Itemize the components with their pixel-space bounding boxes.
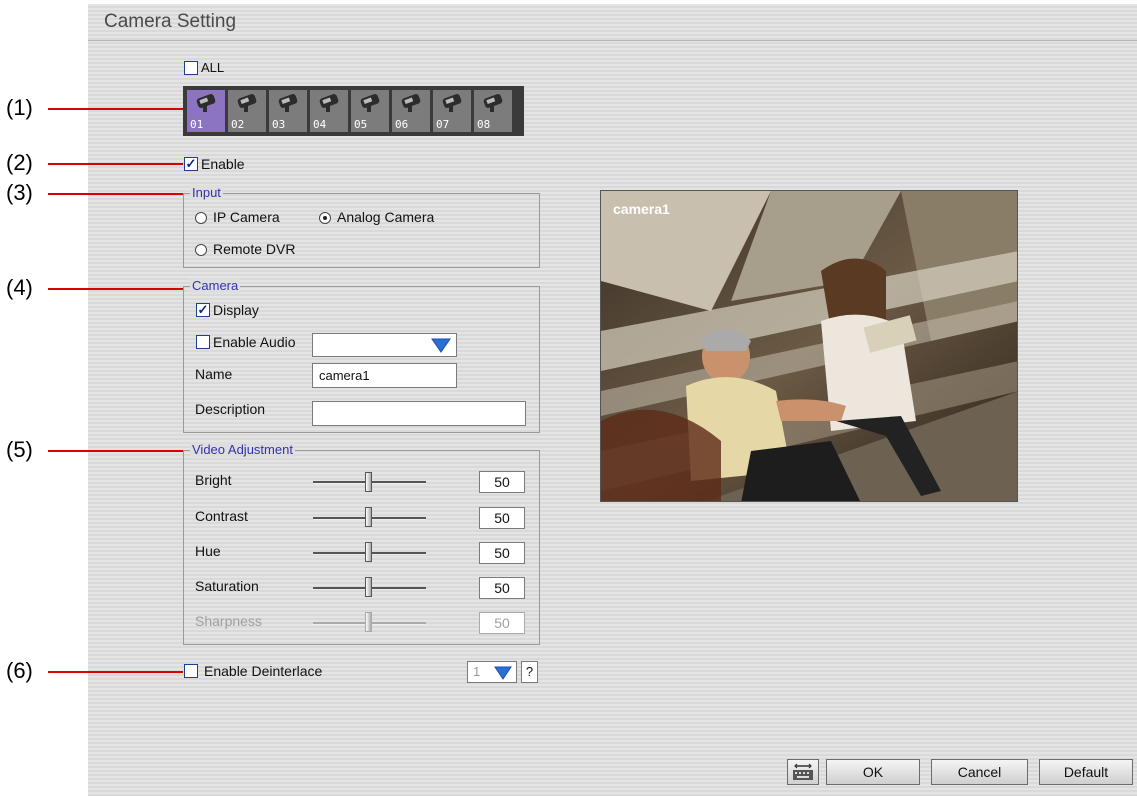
keyboard-button[interactable] — [787, 759, 819, 785]
remote-dvr-label: Remote DVR — [213, 241, 296, 257]
name-field[interactable]: camera1 — [312, 363, 457, 388]
enable-audio-checkbox[interactable] — [196, 335, 210, 349]
callout-2: (2) — [6, 150, 33, 175]
deinterlace-select[interactable]: 1 — [467, 661, 517, 683]
hue-value[interactable]: 50 — [479, 542, 525, 564]
camera-number: 06 — [395, 118, 409, 131]
all-label: ALL — [201, 60, 225, 75]
callout-line-4 — [48, 288, 183, 290]
chevron-down-icon — [494, 666, 512, 680]
camera-number: 02 — [231, 118, 245, 131]
display-label: Display — [213, 302, 259, 318]
callout-1: (1) — [6, 95, 33, 120]
callout-6: (6) — [6, 658, 33, 683]
camera-button-08[interactable]: 08 — [474, 90, 512, 132]
default-button[interactable]: Default — [1039, 759, 1133, 785]
sharpness-label: Sharpness — [195, 613, 262, 629]
camera-number: 03 — [272, 118, 286, 131]
callout-line-6 — [48, 671, 183, 673]
camera-button-03[interactable]: 03 — [269, 90, 307, 132]
hue-label: Hue — [195, 543, 221, 559]
title-bar: Camera Setting — [88, 4, 1137, 41]
camera-button-05[interactable]: 05 — [351, 90, 389, 132]
cctv-icon — [278, 94, 298, 112]
sharpness-slider-thumb — [365, 612, 372, 632]
video-adjustment-title: Video Adjustment — [190, 442, 295, 457]
contrast-value[interactable]: 50 — [479, 507, 525, 529]
camera-button-01[interactable]: 01 — [187, 90, 225, 132]
callout-5: (5) — [6, 437, 33, 462]
saturation-value[interactable]: 50 — [479, 577, 525, 599]
camera-button-04[interactable]: 04 — [310, 90, 348, 132]
cctv-icon — [483, 94, 503, 112]
cctv-icon — [319, 94, 339, 112]
hue-slider-thumb[interactable] — [365, 542, 372, 562]
enable-checkbox[interactable]: ✓ — [184, 157, 198, 171]
bright-value[interactable]: 50 — [479, 471, 525, 493]
camera-selector: 01 02 03 04 05 06 07 08 — [183, 86, 524, 136]
audio-source-select[interactable] — [312, 333, 457, 357]
keyboard-icon — [793, 763, 813, 780]
help-button[interactable]: ? — [521, 661, 538, 683]
analog-camera-radio[interactable] — [319, 212, 331, 224]
camera-number: 04 — [313, 118, 327, 131]
callout-4: (4) — [6, 275, 33, 300]
all-checkbox[interactable] — [184, 61, 198, 75]
page-title: Camera Setting — [104, 11, 237, 32]
callout-line-1 — [48, 108, 183, 110]
cctv-icon — [196, 94, 216, 112]
remote-dvr-radio[interactable] — [195, 244, 207, 256]
display-checkbox[interactable]: ✓ — [196, 303, 210, 317]
cancel-button[interactable]: Cancel — [931, 759, 1028, 785]
camera-number: 01 — [190, 118, 204, 131]
camera-button-02[interactable]: 02 — [228, 90, 266, 132]
camera-button-06[interactable]: 06 — [392, 90, 430, 132]
bright-label: Bright — [195, 472, 232, 488]
contrast-slider-thumb[interactable] — [365, 507, 372, 527]
callout-line-3 — [48, 193, 183, 195]
callout-line-2 — [48, 163, 183, 165]
saturation-label: Saturation — [195, 578, 259, 594]
analog-camera-label: Analog Camera — [337, 209, 435, 225]
deinterlace-checkbox[interactable] — [184, 664, 198, 678]
camera-group-title: Camera — [190, 278, 241, 293]
enable-label: Enable — [201, 156, 245, 172]
contrast-label: Contrast — [195, 508, 248, 524]
preview-image — [601, 191, 1017, 501]
callout-line-5 — [48, 450, 183, 452]
description-field[interactable] — [312, 401, 526, 426]
camera-preview: camera1 — [600, 190, 1018, 502]
preview-camera-label: camera1 — [613, 201, 670, 217]
camera-button-07[interactable]: 07 — [433, 90, 471, 132]
camera-number: 08 — [477, 118, 491, 131]
camera-number: 07 — [436, 118, 450, 131]
ok-button[interactable]: OK — [826, 759, 920, 785]
saturation-slider-thumb[interactable] — [365, 577, 372, 597]
enable-audio-label: Enable Audio — [213, 334, 296, 350]
chevron-down-icon — [431, 338, 451, 353]
camera-number: 05 — [354, 118, 368, 131]
cctv-icon — [401, 94, 421, 112]
cctv-icon — [237, 94, 257, 112]
deinterlace-value: 1 — [473, 664, 481, 679]
ip-camera-label: IP Camera — [213, 209, 280, 225]
ip-camera-radio[interactable] — [195, 212, 207, 224]
callout-3: (3) — [6, 180, 33, 205]
name-label: Name — [195, 366, 233, 382]
deinterlace-label: Enable Deinterlace — [204, 663, 323, 679]
sharpness-value: 50 — [479, 612, 525, 634]
bright-slider-thumb[interactable] — [365, 472, 372, 492]
input-group-title: Input — [190, 185, 223, 200]
cctv-icon — [360, 94, 380, 112]
description-label: Description — [195, 401, 266, 417]
cctv-icon — [442, 94, 462, 112]
